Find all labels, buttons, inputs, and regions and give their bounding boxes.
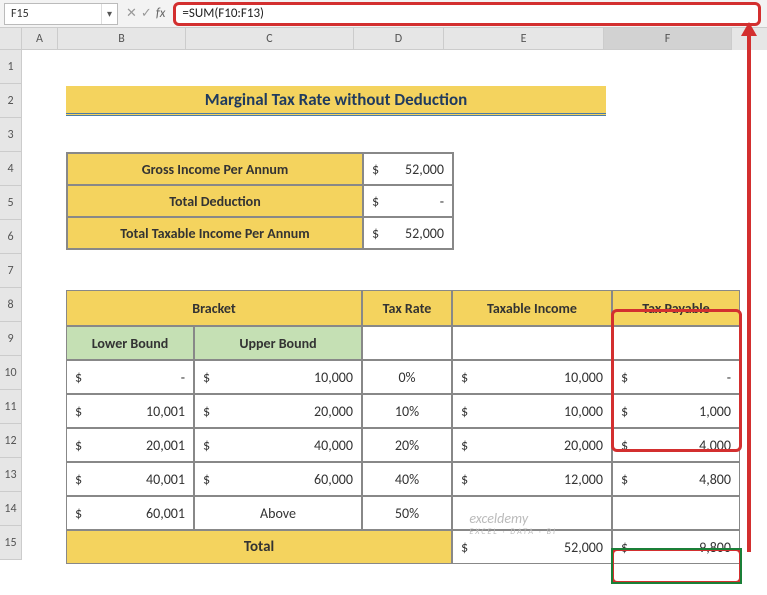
upper-bound[interactable]: $40,000 xyxy=(194,428,362,462)
arrow-line xyxy=(747,28,751,552)
blank-cell[interactable] xyxy=(612,326,740,360)
header-payable: Tax Payable xyxy=(612,290,740,326)
tax-payable[interactable] xyxy=(612,496,740,530)
col-header[interactable]: A xyxy=(22,28,58,50)
row-header[interactable]: 9 xyxy=(0,322,22,356)
tax-payable[interactable]: $1,000 xyxy=(612,394,740,428)
row-headers: 1 2 3 4 5 6 7 8 9 10 11 12 13 14 15 xyxy=(0,28,22,560)
blank-cell[interactable] xyxy=(362,326,452,360)
formula-bar-highlight: =SUM(F10:F13) xyxy=(173,2,761,26)
total-payable[interactable]: $9,800 xyxy=(612,530,740,564)
tax-rate[interactable]: 50% xyxy=(362,496,452,530)
row-header[interactable]: 11 xyxy=(0,390,22,424)
table-row: $20,001 $40,000 20% $20,000 $4,000 xyxy=(66,428,740,462)
upper-bound[interactable]: Above xyxy=(194,496,362,530)
lower-bound[interactable]: $20,001 xyxy=(66,428,194,462)
row-header[interactable]: 1 xyxy=(0,50,22,84)
confirm-icon[interactable]: ✓ xyxy=(141,6,152,21)
header-bracket: Bracket xyxy=(66,290,362,326)
table-row: $40,001 $60,000 40% $12,000 $4,800 xyxy=(66,462,740,496)
tax-rate[interactable]: 20% xyxy=(362,428,452,462)
arrow-head-icon xyxy=(741,22,757,36)
bracket-table: Bracket Tax Rate Taxable Income Tax Paya… xyxy=(66,290,740,564)
name-box-dropdown[interactable]: ▾ xyxy=(101,4,117,24)
taxable-income-label: Total Taxable Income Per Annum xyxy=(67,217,363,249)
header-lower: Lower Bound xyxy=(66,326,194,360)
formula-toolbar: F15 ▾ ✕ ✓ fx =SUM(F10:F13) xyxy=(0,0,767,28)
row-header[interactable]: 15 xyxy=(0,526,22,560)
row-header[interactable]: 12 xyxy=(0,424,22,458)
row-header[interactable]: 6 xyxy=(0,220,22,254)
total-label: Total xyxy=(66,530,452,564)
total-taxable[interactable]: $52,000 xyxy=(452,530,612,564)
formula-icons: ✕ ✓ fx xyxy=(126,6,165,21)
tax-payable[interactable]: $- xyxy=(612,360,740,394)
row-header[interactable]: 5 xyxy=(0,186,22,220)
col-header[interactable]: E xyxy=(444,28,604,50)
tax-rate[interactable]: 40% xyxy=(362,462,452,496)
name-box[interactable]: F15 xyxy=(5,5,101,23)
taxable-income[interactable]: $10,000 xyxy=(452,394,612,428)
col-header[interactable]: D xyxy=(354,28,444,50)
header-upper: Upper Bound xyxy=(194,326,362,360)
upper-bound[interactable]: $10,000 xyxy=(194,360,362,394)
row-header[interactable]: 14 xyxy=(0,492,22,526)
cancel-icon[interactable]: ✕ xyxy=(126,6,137,21)
upper-bound[interactable]: $20,000 xyxy=(194,394,362,428)
row-header[interactable]: 7 xyxy=(0,254,22,288)
upper-bound[interactable]: $60,000 xyxy=(194,462,362,496)
row-header[interactable]: 10 xyxy=(0,356,22,390)
lower-bound[interactable]: $- xyxy=(66,360,194,394)
deduction-label: Total Deduction xyxy=(67,185,363,217)
taxable-income-value[interactable]: $52,000 xyxy=(363,217,453,249)
lower-bound[interactable]: $10,001 xyxy=(66,394,194,428)
column-headers: A B C D E F xyxy=(22,28,767,50)
total-row: Total $52,000 $9,800 xyxy=(66,530,740,564)
tax-payable[interactable]: $4,000 xyxy=(612,428,740,462)
formula-bar[interactable]: =SUM(F10:F13) xyxy=(182,6,264,21)
row-header[interactable]: 8 xyxy=(0,288,22,322)
lower-bound[interactable]: $40,001 xyxy=(66,462,194,496)
row-header[interactable]: 2 xyxy=(0,84,22,118)
lower-bound[interactable]: $60,001 xyxy=(66,496,194,530)
taxable-income[interactable]: $12,000 xyxy=(452,462,612,496)
select-all-corner[interactable] xyxy=(0,28,22,50)
gross-income-label: Gross Income Per Annum xyxy=(67,153,363,185)
gross-income-value[interactable]: $52,000 xyxy=(363,153,453,185)
table-row: $- $10,000 0% $10,000 $- xyxy=(66,360,740,394)
col-header[interactable]: B xyxy=(58,28,186,50)
taxable-income[interactable]: $10,000 xyxy=(452,360,612,394)
row-header[interactable]: 3 xyxy=(0,118,22,152)
sheet-title: Marginal Tax Rate without Deduction xyxy=(66,86,606,116)
col-header[interactable]: C xyxy=(186,28,354,50)
blank-cell[interactable] xyxy=(452,326,612,360)
header-taxable: Taxable Income xyxy=(452,290,612,326)
taxable-income[interactable]: $20,000 xyxy=(452,428,612,462)
name-box-wrap[interactable]: F15 ▾ xyxy=(4,3,118,25)
tax-rate[interactable]: 0% xyxy=(362,360,452,394)
fx-icon[interactable]: fx xyxy=(156,6,166,21)
tax-payable[interactable]: $4,800 xyxy=(612,462,740,496)
table-row: $10,001 $20,000 10% $10,000 $1,000 xyxy=(66,394,740,428)
row-header[interactable]: 4 xyxy=(0,152,22,186)
tax-rate[interactable]: 10% xyxy=(362,394,452,428)
header-rate: Tax Rate xyxy=(362,290,452,326)
taxable-income[interactable] xyxy=(452,496,612,530)
grid: 1 2 3 4 5 6 7 8 9 10 11 12 13 14 15 A B … xyxy=(0,28,767,560)
col-header[interactable]: F xyxy=(604,28,732,50)
summary-table: Gross Income Per Annum $52,000 Total Ded… xyxy=(66,152,454,250)
row-header[interactable]: 13 xyxy=(0,458,22,492)
table-row: $60,001 Above 50% xyxy=(66,496,740,530)
deduction-value[interactable]: $- xyxy=(363,185,453,217)
